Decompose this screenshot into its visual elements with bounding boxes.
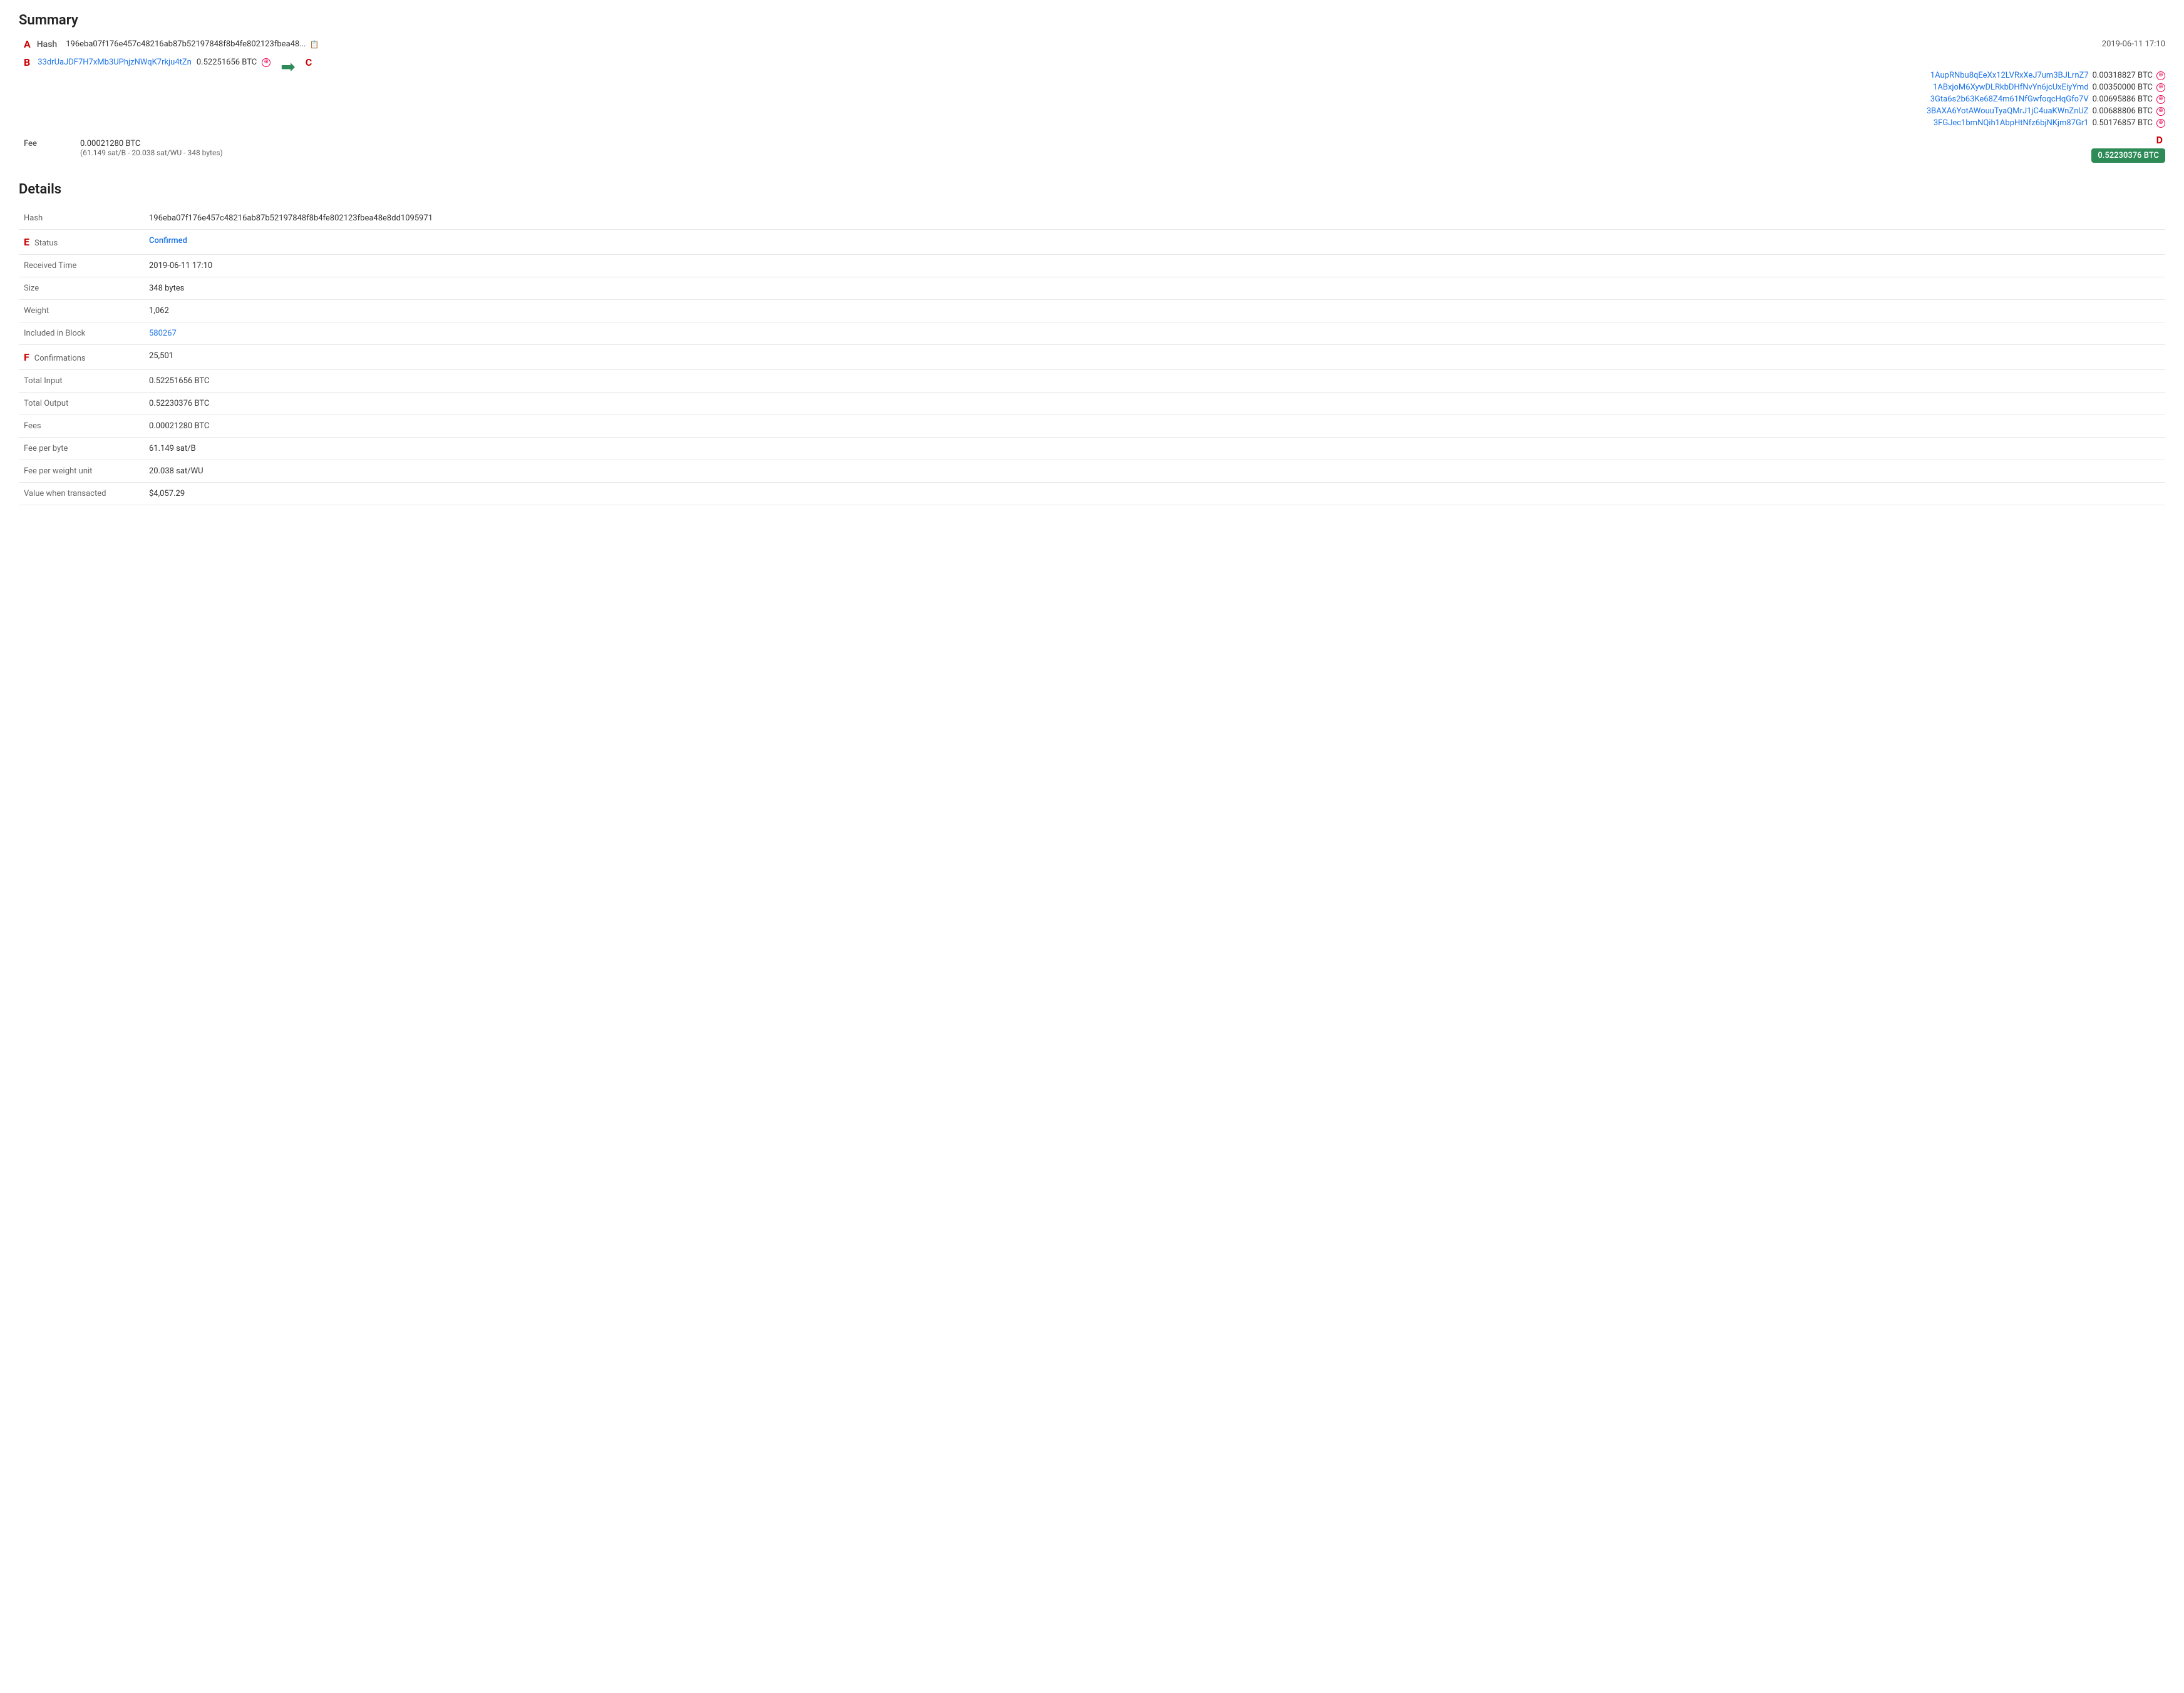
input-address-link[interactable]: 33drUaJDF7H7xMb3UPhjzNWqK7rkju4tZn [38, 58, 192, 67]
details-label-2: Received Time [19, 255, 144, 277]
output-amount-4: 0.50176857 BTC [2093, 118, 2153, 128]
details-row-8: Total Output0.52230376 BTC [19, 393, 2165, 415]
fee-info: 0.00021280 BTC (61.149 sat/B - 20.038 sa… [80, 139, 223, 157]
input-amount: 0.52251656 BTC [197, 58, 257, 67]
globe-icon-1[interactable]: ⊕ [2156, 83, 2165, 92]
details-row-12: Value when transacted$4,057.29 [19, 483, 2165, 505]
details-row-11: Fee per weight unit20.038 sat/WU [19, 460, 2165, 483]
label-c: C [306, 56, 312, 68]
details-section: Details Hash196eba07f176e457c48216ab87b5… [19, 182, 2165, 505]
details-value-9: 0.00021280 BTC [144, 415, 2165, 438]
details-row-10: Fee per byte61.149 sat/B [19, 438, 2165, 460]
tx-inputs-col: B 33drUaJDF7H7xMb3UPhjzNWqK7rkju4tZn 0.5… [24, 56, 270, 68]
details-label-6: F Confirmations [19, 345, 144, 370]
output-row-0: 1AupRNbu8qEeXx12LVRxXeJ7um3BJLrnZ7 0.003… [1930, 71, 2165, 80]
details-row-7: Total Input0.52251656 BTC [19, 370, 2165, 393]
details-value-10: 61.149 sat/B [144, 438, 2165, 460]
details-label-1: E Status [19, 230, 144, 255]
details-label-8: Total Output [19, 393, 144, 415]
output-row-3: 3BAXA6YotAWouuTyaQMrJ1jC4uaKWnZnUZ 0.006… [1927, 106, 2165, 116]
details-value-5[interactable]: 580267 [144, 322, 2165, 345]
details-row-0: Hash196eba07f176e457c48216ab87b52197848f… [19, 207, 2165, 230]
label-f: F [24, 351, 32, 363]
output-amount-3: 0.00688806 BTC [2093, 106, 2153, 116]
details-value-4: 1,062 [144, 300, 2165, 322]
hash-label: Hash [37, 39, 57, 49]
globe-icon-input[interactable]: ⊕ [262, 58, 270, 67]
tx-arrow-col: ➡ [270, 56, 305, 77]
details-label-9: Fees [19, 415, 144, 438]
fee-detail: (61.149 sat/B - 20.038 sat/WU - 348 byte… [80, 148, 223, 157]
tx-outputs-col: C 1AupRNbu8qEeXx12LVRxXeJ7um3BJLrnZ7 0.0… [306, 56, 2165, 128]
output-amount-1: 0.00350000 BTC [2093, 83, 2153, 92]
details-table: Hash196eba07f176e457c48216ab87b52197848f… [19, 207, 2165, 505]
hash-row: A Hash 196eba07f176e457c48216ab87b521978… [24, 38, 2165, 50]
total-output-area: D 0.52230376 BTC [2091, 134, 2165, 163]
fee-label: Fee [24, 139, 74, 148]
details-row-2: Received Time2019-06-11 17:10 [19, 255, 2165, 277]
details-value-3: 348 bytes [144, 277, 2165, 300]
details-value-7: 0.52251656 BTC [144, 370, 2165, 393]
output-amount-0: 0.00318827 BTC [2093, 71, 2153, 80]
fee-row: Fee 0.00021280 BTC (61.149 sat/B - 20.03… [24, 139, 223, 157]
output-amount-2: 0.00695886 BTC [2093, 95, 2153, 104]
output-row-2: 3Gta6s2b63Ke68Z4m61NfGwfoqcHqGfo7V 0.006… [1930, 95, 2165, 104]
details-row-6: F Confirmations25,501 [19, 345, 2165, 370]
label-b: B [24, 56, 30, 68]
details-value-12: $4,057.29 [144, 483, 2165, 505]
details-row-4: Weight1,062 [19, 300, 2165, 322]
output-address-1[interactable]: 1ABxjoM6XywDLRkbDHfNvYn6jcUxEiyYmd [1933, 83, 2089, 92]
total-output-badge: 0.52230376 BTC [2091, 148, 2165, 163]
details-value-2: 2019-06-11 17:10 [144, 255, 2165, 277]
globe-icon-0[interactable]: ⊕ [2156, 71, 2165, 80]
hash-left: A Hash 196eba07f176e457c48216ab87b521978… [24, 38, 319, 50]
details-label-3: Size [19, 277, 144, 300]
details-label-10: Fee per byte [19, 438, 144, 460]
summary-title: Summary [19, 13, 2165, 28]
details-value-8: 0.52230376 BTC [144, 393, 2165, 415]
status-confirmed: Confirmed [149, 236, 187, 245]
label-a: A [24, 38, 31, 50]
output-address-2[interactable]: 3Gta6s2b63Ke68Z4m61NfGwfoqcHqGfo7V [1930, 95, 2089, 104]
output-address-4[interactable]: 3FGJec1bmNQih1AbpHtNfz6bjNKjm87Gr1 [1934, 118, 2089, 128]
details-row-1: E Status Confirmed [19, 230, 2165, 255]
details-label-4: Weight [19, 300, 144, 322]
tx-arrow-icon: ➡ [281, 56, 295, 77]
output-address-0[interactable]: 1AupRNbu8qEeXx12LVRxXeJ7um3BJLrnZ7 [1930, 71, 2089, 80]
label-d: D [2156, 134, 2163, 146]
globe-icon-3[interactable]: ⊕ [2156, 107, 2165, 116]
tx-input-row: B 33drUaJDF7H7xMb3UPhjzNWqK7rkju4tZn 0.5… [24, 56, 270, 68]
details-value-0: 196eba07f176e457c48216ab87b52197848f8b4f… [144, 207, 2165, 230]
tx-flow: B 33drUaJDF7H7xMb3UPhjzNWqK7rkju4tZn 0.5… [24, 56, 2165, 128]
details-title: Details [19, 182, 2165, 197]
copy-icon[interactable]: 📋 [310, 40, 319, 49]
details-value-1: Confirmed [144, 230, 2165, 255]
details-label-11: Fee per weight unit [19, 460, 144, 483]
output-address-3[interactable]: 3BAXA6YotAWouuTyaQMrJ1jC4uaKWnZnUZ [1927, 106, 2089, 116]
details-label-7: Total Input [19, 370, 144, 393]
details-label-0: Hash [19, 207, 144, 230]
details-row-5: Included in Block 580267 [19, 322, 2165, 345]
hash-short-value: 196eba07f176e457c48216ab87b52197848f8b4f… [66, 39, 306, 49]
label-e: E [24, 236, 32, 248]
details-label-12: Value when transacted [19, 483, 144, 505]
details-row-9: Fees0.00021280 BTC [19, 415, 2165, 438]
globe-icon-4[interactable]: ⊕ [2156, 119, 2165, 128]
output-row-4: 3FGJec1bmNQih1AbpHtNfz6bjNKjm87Gr1 0.501… [1934, 118, 2165, 128]
fee-value: 0.00021280 BTC [80, 139, 223, 148]
globe-icon-2[interactable]: ⊕ [2156, 95, 2165, 104]
details-label-5: Included in Block [19, 322, 144, 345]
output-row-1: 1ABxjoM6XywDLRkbDHfNvYn6jcUxEiyYmd 0.003… [1933, 83, 2165, 92]
summary-bottom-row: Fee 0.00021280 BTC (61.149 sat/B - 20.03… [24, 134, 2165, 163]
details-value-6: 25,501 [144, 345, 2165, 370]
summary-section: Summary A Hash 196eba07f176e457c48216ab8… [19, 13, 2165, 163]
details-value-11: 20.038 sat/WU [144, 460, 2165, 483]
details-row-3: Size348 bytes [19, 277, 2165, 300]
summary-timestamp: 2019-06-11 17:10 [2102, 39, 2165, 49]
block-link[interactable]: 580267 [149, 329, 177, 338]
